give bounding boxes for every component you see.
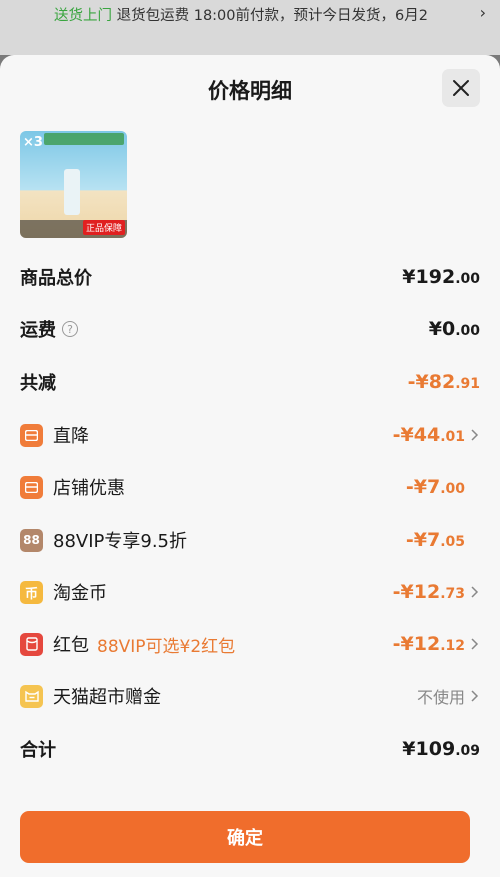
row-sum: 合计 ¥109.09 bbox=[20, 735, 480, 763]
chevron-right-icon bbox=[470, 638, 480, 650]
vip-88-icon: 88 bbox=[20, 528, 43, 552]
store-amount: -¥7 bbox=[405, 476, 441, 498]
delivery-tag: 送货上门 bbox=[54, 8, 112, 24]
row-direct-discount[interactable]: 直降 -¥44.01 bbox=[20, 421, 480, 449]
chevron-right-icon bbox=[470, 690, 480, 702]
redpacket-amount: -¥12 bbox=[392, 633, 441, 655]
product-quantity: ×3 bbox=[23, 135, 43, 150]
store-value: -¥7.00 bbox=[406, 476, 465, 498]
close-icon bbox=[453, 80, 469, 96]
top-notice-bar[interactable]: 送货上门 退货包运费 18:00前付款，预计今日发货，6月2 › bbox=[0, 0, 500, 55]
sheet-title: 价格明细 bbox=[208, 79, 292, 103]
red-packet-icon bbox=[20, 632, 43, 656]
row-shipping: 运费 ? ¥0.00 bbox=[20, 315, 480, 343]
redpacket-value: -¥12.12 bbox=[393, 633, 465, 655]
coin-label: 淘金币 bbox=[53, 583, 107, 604]
sum-decimal: .09 bbox=[455, 743, 480, 759]
shipping-label-wrap: 运费 ? bbox=[20, 316, 78, 342]
store-decimal: .00 bbox=[440, 481, 465, 497]
direct-value: -¥44.01 bbox=[393, 424, 465, 446]
help-icon[interactable]: ? bbox=[62, 321, 78, 337]
coin-amount: -¥12 bbox=[392, 581, 441, 603]
row-88vip: 88 88VIP专享9.5折 -¥7.05 bbox=[20, 526, 480, 554]
row-reduced: 共减 -¥82.91 bbox=[20, 368, 480, 396]
row-store-discount[interactable]: 店铺优惠 -¥7.00 bbox=[20, 473, 480, 501]
shipping-label: 运费 bbox=[20, 320, 56, 341]
tmall-cat-icon bbox=[20, 684, 43, 708]
total-value: ¥192.00 bbox=[402, 266, 480, 288]
redpacket-label-wrap: 红包 88VIP可选¥2红包 bbox=[20, 631, 235, 657]
gift-label-wrap: 天猫超市赠金 bbox=[20, 683, 161, 709]
direct-decimal: .01 bbox=[440, 429, 465, 445]
chevron-right-icon bbox=[470, 586, 480, 598]
confirm-button[interactable]: 确定 bbox=[20, 811, 470, 863]
reduced-label: 共减 bbox=[20, 373, 56, 394]
authentic-badge: 正品保障 bbox=[82, 220, 125, 235]
product-thumbnail[interactable]: ×3 正品保障 bbox=[20, 131, 127, 238]
close-button[interactable] bbox=[442, 69, 480, 107]
vip-label-wrap: 88 88VIP专享9.5折 bbox=[20, 527, 187, 553]
vip-amount: -¥7 bbox=[405, 529, 441, 551]
total-amount: ¥192 bbox=[402, 266, 456, 288]
vip-decimal: .05 bbox=[440, 534, 465, 550]
product-bottle bbox=[64, 169, 80, 215]
price-detail-sheet: 价格明细 ×3 正品保障 商品总价 ¥192.00 运费 ? ¥0.00 共减 … bbox=[0, 55, 500, 877]
redpacket-decimal: .12 bbox=[440, 638, 465, 654]
store-label-wrap: 店铺优惠 bbox=[20, 474, 125, 500]
product-banner bbox=[44, 133, 124, 145]
reduced-value: -¥82.91 bbox=[408, 371, 480, 393]
coin-label-wrap: 币 淘金币 bbox=[20, 579, 107, 605]
notice-text: 退货包运费 18:00前付款，预计今日发货，6月2 bbox=[116, 8, 428, 24]
reduced-decimal: .91 bbox=[455, 376, 480, 392]
coin-value: -¥12.73 bbox=[393, 581, 465, 603]
gift-value: 不使用 bbox=[416, 688, 465, 707]
direct-label-wrap: 直降 bbox=[20, 422, 89, 448]
coin-icon: 币 bbox=[20, 580, 43, 604]
vip-value: -¥7.05 bbox=[406, 529, 465, 551]
direct-label: 直降 bbox=[53, 426, 89, 447]
store-coupon-icon bbox=[20, 475, 43, 499]
redpacket-label: 红包 bbox=[53, 635, 89, 656]
discount-tag-icon bbox=[20, 423, 43, 447]
sum-label: 合计 bbox=[20, 740, 56, 761]
total-decimal: .00 bbox=[455, 271, 480, 287]
chevron-right-icon: › bbox=[479, 3, 486, 22]
total-label: 商品总价 bbox=[20, 268, 92, 289]
sum-value: ¥109.09 bbox=[402, 738, 480, 760]
direct-amount: -¥44 bbox=[392, 424, 441, 446]
row-taojinbi[interactable]: 币 淘金币 -¥12.73 bbox=[20, 578, 480, 606]
row-tmall-gift[interactable]: 天猫超市赠金 不使用 bbox=[20, 682, 480, 710]
redpacket-vip-option[interactable]: 88VIP可选¥2红包 bbox=[97, 632, 235, 657]
shipping-decimal: .00 bbox=[455, 323, 480, 339]
chevron-right-icon bbox=[470, 429, 480, 441]
coin-decimal: .73 bbox=[440, 586, 465, 602]
vip-label: 88VIP专享9.5折 bbox=[53, 531, 188, 552]
gift-label: 天猫超市赠金 bbox=[53, 687, 161, 708]
shipping-value: ¥0.00 bbox=[429, 318, 480, 340]
row-total: 商品总价 ¥192.00 bbox=[20, 263, 480, 291]
shipping-amount: ¥0 bbox=[428, 318, 456, 340]
row-red-packet[interactable]: 红包 88VIP可选¥2红包 -¥12.12 bbox=[20, 630, 480, 658]
sum-amount: ¥109 bbox=[402, 738, 456, 760]
store-label: 店铺优惠 bbox=[53, 478, 125, 499]
reduced-amount: -¥82 bbox=[407, 371, 456, 393]
